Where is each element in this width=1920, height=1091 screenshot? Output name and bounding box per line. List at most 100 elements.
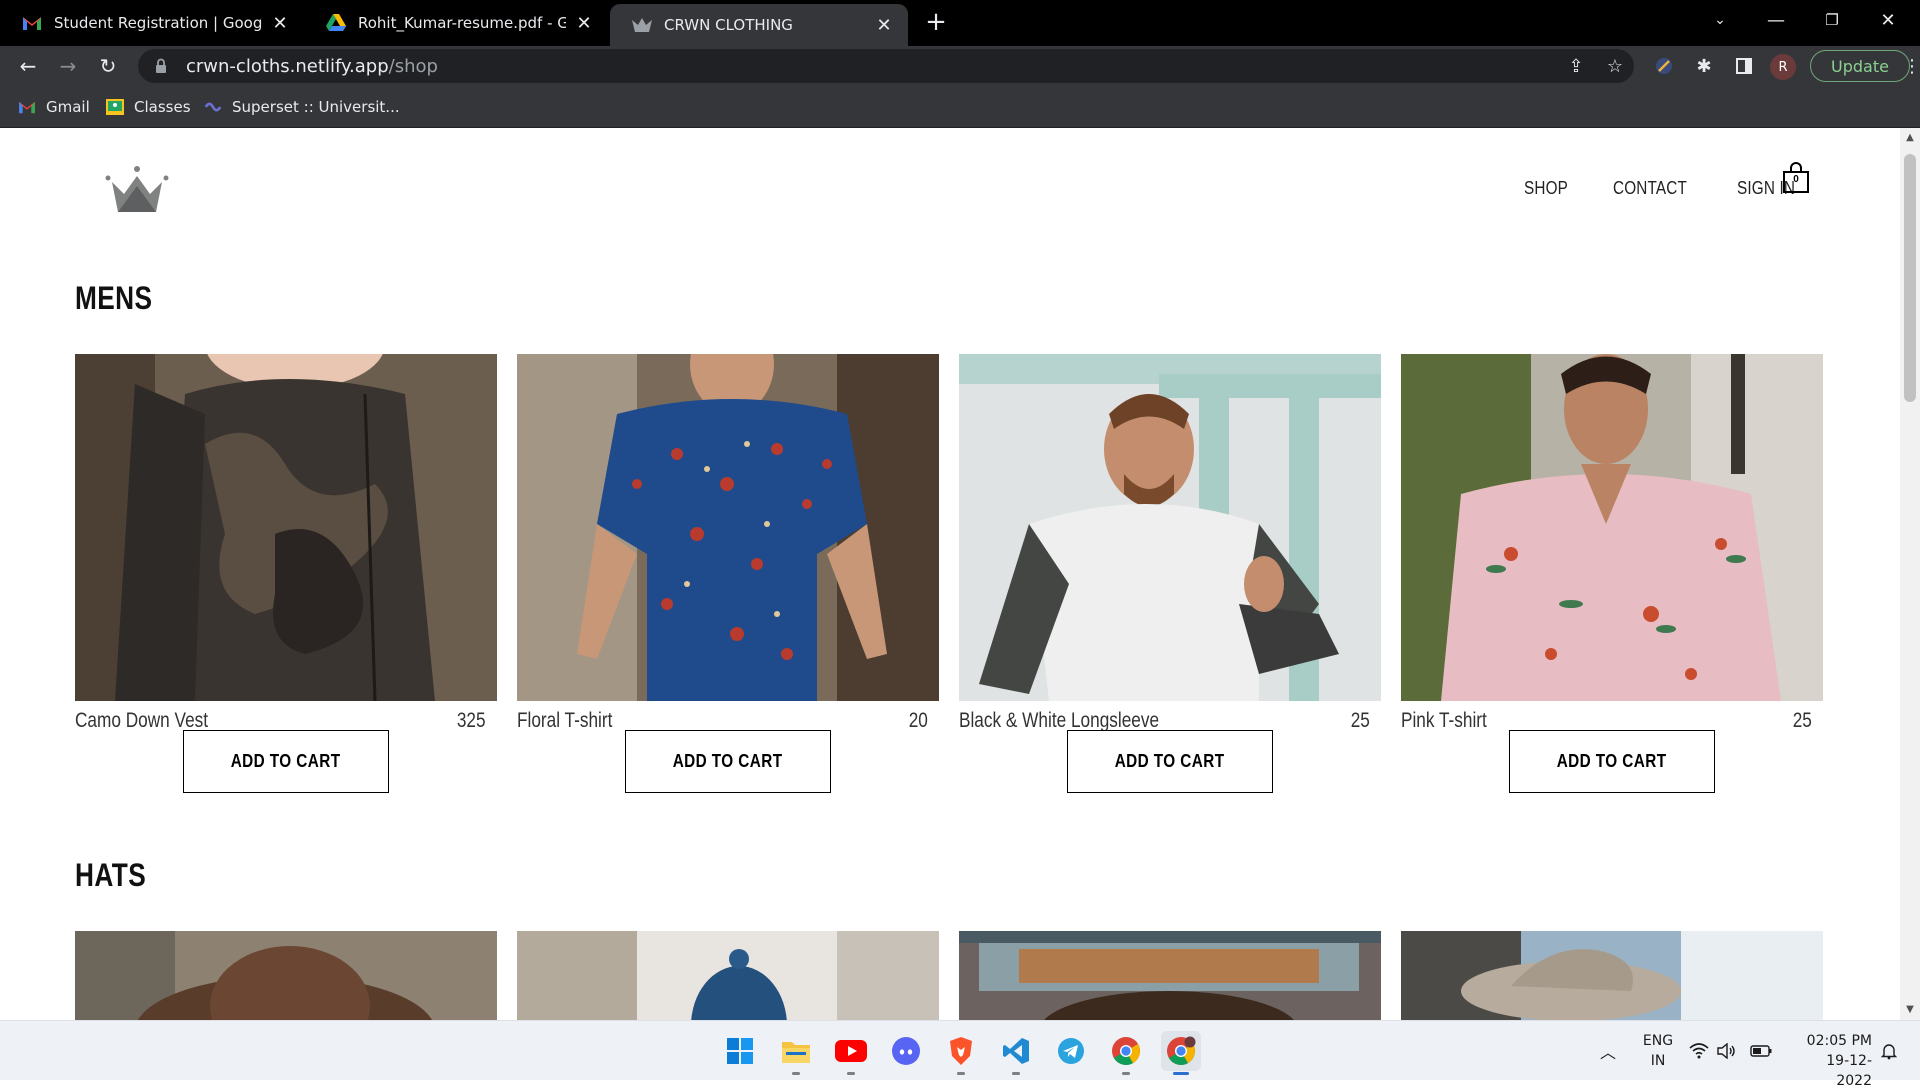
add-to-cart-button[interactable]: ADD TO CART — [1509, 730, 1715, 793]
superset-icon — [204, 98, 222, 116]
reload-button[interactable]: ↻ — [92, 50, 124, 82]
tab-student-registration[interactable]: Student Registration | Google ST ✕ — [0, 4, 304, 42]
crown-icon — [632, 15, 652, 35]
new-tab-button[interactable]: + — [922, 7, 950, 37]
bookmark-label: Classes — [134, 98, 191, 116]
chrome-icon[interactable] — [1106, 1031, 1146, 1075]
bookmarks-bar: Gmail Classes Superset :: Universit... — [0, 86, 1920, 128]
add-to-cart-button[interactable]: ADD TO CART — [625, 730, 831, 793]
product-name: Floral T-shirt — [517, 709, 613, 732]
windows-taskbar: ︿ ENG IN 02:05 PM 19-12-2022 — [0, 1020, 1920, 1089]
bookmark-label: Superset :: Universit... — [232, 98, 400, 116]
product-price: 25 — [1350, 709, 1370, 732]
lang-region: IN — [1650, 1053, 1666, 1069]
volume-icon[interactable] — [1714, 1031, 1740, 1071]
menu-icon[interactable]: ⋮ — [1903, 50, 1920, 82]
product-card — [1401, 931, 1823, 1020]
extension-icon[interactable] — [1648, 50, 1680, 82]
tab-search-icon[interactable]: ⌄ — [1692, 0, 1748, 40]
running-indicator — [792, 1072, 800, 1075]
product-price: 20 — [908, 709, 928, 732]
windows-start-icon[interactable] — [720, 1031, 760, 1071]
system-clock[interactable]: 02:05 PM 19-12-2022 — [1792, 1031, 1872, 1091]
bookmark-gmail[interactable]: Gmail — [18, 94, 90, 120]
running-indicator — [847, 1072, 855, 1075]
add-to-cart-button[interactable]: ADD TO CART — [1067, 730, 1273, 793]
forward-button[interactable]: → — [52, 50, 84, 82]
tab-title: Rohit_Kumar-resume.pdf - Googl — [358, 14, 566, 32]
bookmark-superset[interactable]: Superset :: Universit... — [204, 94, 400, 120]
url-path: /shop — [388, 55, 438, 77]
product-card — [75, 931, 497, 1020]
product-image-floral-t-shirt — [517, 354, 939, 701]
lang-code: ENG — [1642, 1033, 1674, 1049]
product-price: 25 — [1792, 709, 1812, 732]
product-image-black-white-longsleeve — [959, 354, 1381, 701]
add-to-cart-label: ADD TO CART — [1557, 751, 1667, 771]
running-indicator — [1122, 1072, 1130, 1075]
address-bar[interactable]: crwn-cloths.netlify.app/shop — [138, 49, 1634, 83]
product-card — [517, 931, 939, 1020]
google-classroom-icon — [106, 98, 124, 116]
bookmark-classes[interactable]: Classes — [106, 94, 191, 120]
language-indicator[interactable]: ENG IN — [1640, 1031, 1676, 1071]
section-title-mens[interactable]: MENS — [75, 280, 152, 317]
page-scrollbar[interactable]: ▲ ▼ — [1900, 128, 1920, 1020]
brave-browser-icon[interactable] — [941, 1031, 981, 1075]
section-title-hats[interactable]: HATS — [75, 857, 146, 894]
browser-toolbar: ← → ↻ crwn-cloths.netlify.app/shop ⇪ ☆ ✱… — [0, 46, 1920, 86]
file-explorer-icon[interactable] — [776, 1031, 816, 1075]
chevron-up-icon[interactable]: ︿ — [1592, 1031, 1624, 1071]
cart-count: 0 — [1793, 174, 1799, 185]
product-card: Camo Down Vest 325 ADD TO CART — [75, 354, 497, 793]
lock-icon — [154, 58, 168, 74]
wifi-icon[interactable] — [1686, 1031, 1712, 1071]
side-panel-icon[interactable] — [1728, 50, 1760, 82]
crown-logo[interactable] — [104, 164, 170, 220]
telegram-icon[interactable] — [1051, 1031, 1091, 1071]
clock-time: 02:05 PM — [1806, 1033, 1872, 1049]
battery-icon[interactable] — [1748, 1031, 1774, 1071]
tab-crwn-clothing[interactable]: CRWN CLOTHING ✕ — [610, 4, 908, 46]
back-button[interactable]: ← — [12, 50, 44, 82]
close-icon[interactable]: ✕ — [574, 13, 594, 34]
restore-button[interactable]: ❐ — [1804, 0, 1860, 40]
update-button[interactable]: Update — [1810, 50, 1910, 82]
youtube-icon[interactable] — [831, 1031, 871, 1075]
product-image-hat — [75, 931, 497, 1020]
add-to-cart-label: ADD TO CART — [673, 751, 783, 771]
puzzle-icon[interactable]: ✱ — [1688, 50, 1720, 82]
scroll-down-arrow[interactable]: ▼ — [1904, 1004, 1916, 1016]
bookmark-label: Gmail — [46, 98, 90, 116]
nav-contact[interactable]: CONTACT — [1613, 178, 1687, 199]
page-viewport: SHOP CONTACT SIGN IN 0 MENS Camo Down Ve… — [0, 128, 1900, 1020]
bookmark-star-icon[interactable]: ☆ — [1599, 50, 1631, 82]
close-icon[interactable]: ✕ — [270, 13, 290, 34]
product-card — [959, 931, 1381, 1020]
google-drive-icon — [326, 13, 346, 33]
running-indicator — [1012, 1072, 1020, 1075]
nav-shop[interactable]: SHOP — [1524, 178, 1568, 199]
minimize-button[interactable]: — — [1748, 0, 1804, 40]
clock-date: 19-12-2022 — [1826, 1053, 1872, 1089]
scroll-up-arrow[interactable]: ▲ — [1904, 132, 1916, 144]
product-image-hat — [959, 931, 1381, 1020]
tab-resume-pdf[interactable]: Rohit_Kumar-resume.pdf - Googl ✕ — [304, 4, 608, 42]
shopping-bag-icon[interactable]: 0 — [1782, 162, 1810, 194]
close-icon[interactable]: ✕ — [874, 15, 894, 36]
product-card: Floral T-shirt 20 ADD TO CART — [517, 354, 939, 793]
add-to-cart-label: ADD TO CART — [1115, 751, 1225, 771]
gmail-icon — [18, 98, 36, 116]
tab-title: CRWN CLOTHING — [664, 16, 793, 34]
product-name: Pink T-shirt — [1401, 709, 1487, 732]
share-icon[interactable]: ⇪ — [1560, 50, 1592, 82]
chrome-profile-icon[interactable] — [1161, 1031, 1201, 1075]
notification-bell-icon[interactable] — [1876, 1031, 1902, 1071]
scrollbar-thumb[interactable] — [1904, 154, 1916, 402]
close-window-button[interactable]: ✕ — [1860, 0, 1916, 40]
discord-icon[interactable] — [886, 1031, 926, 1071]
vscode-icon[interactable] — [996, 1031, 1036, 1075]
product-image-hat — [1401, 931, 1823, 1020]
add-to-cart-button[interactable]: ADD TO CART — [183, 730, 389, 793]
profile-avatar[interactable]: R — [1770, 54, 1796, 80]
